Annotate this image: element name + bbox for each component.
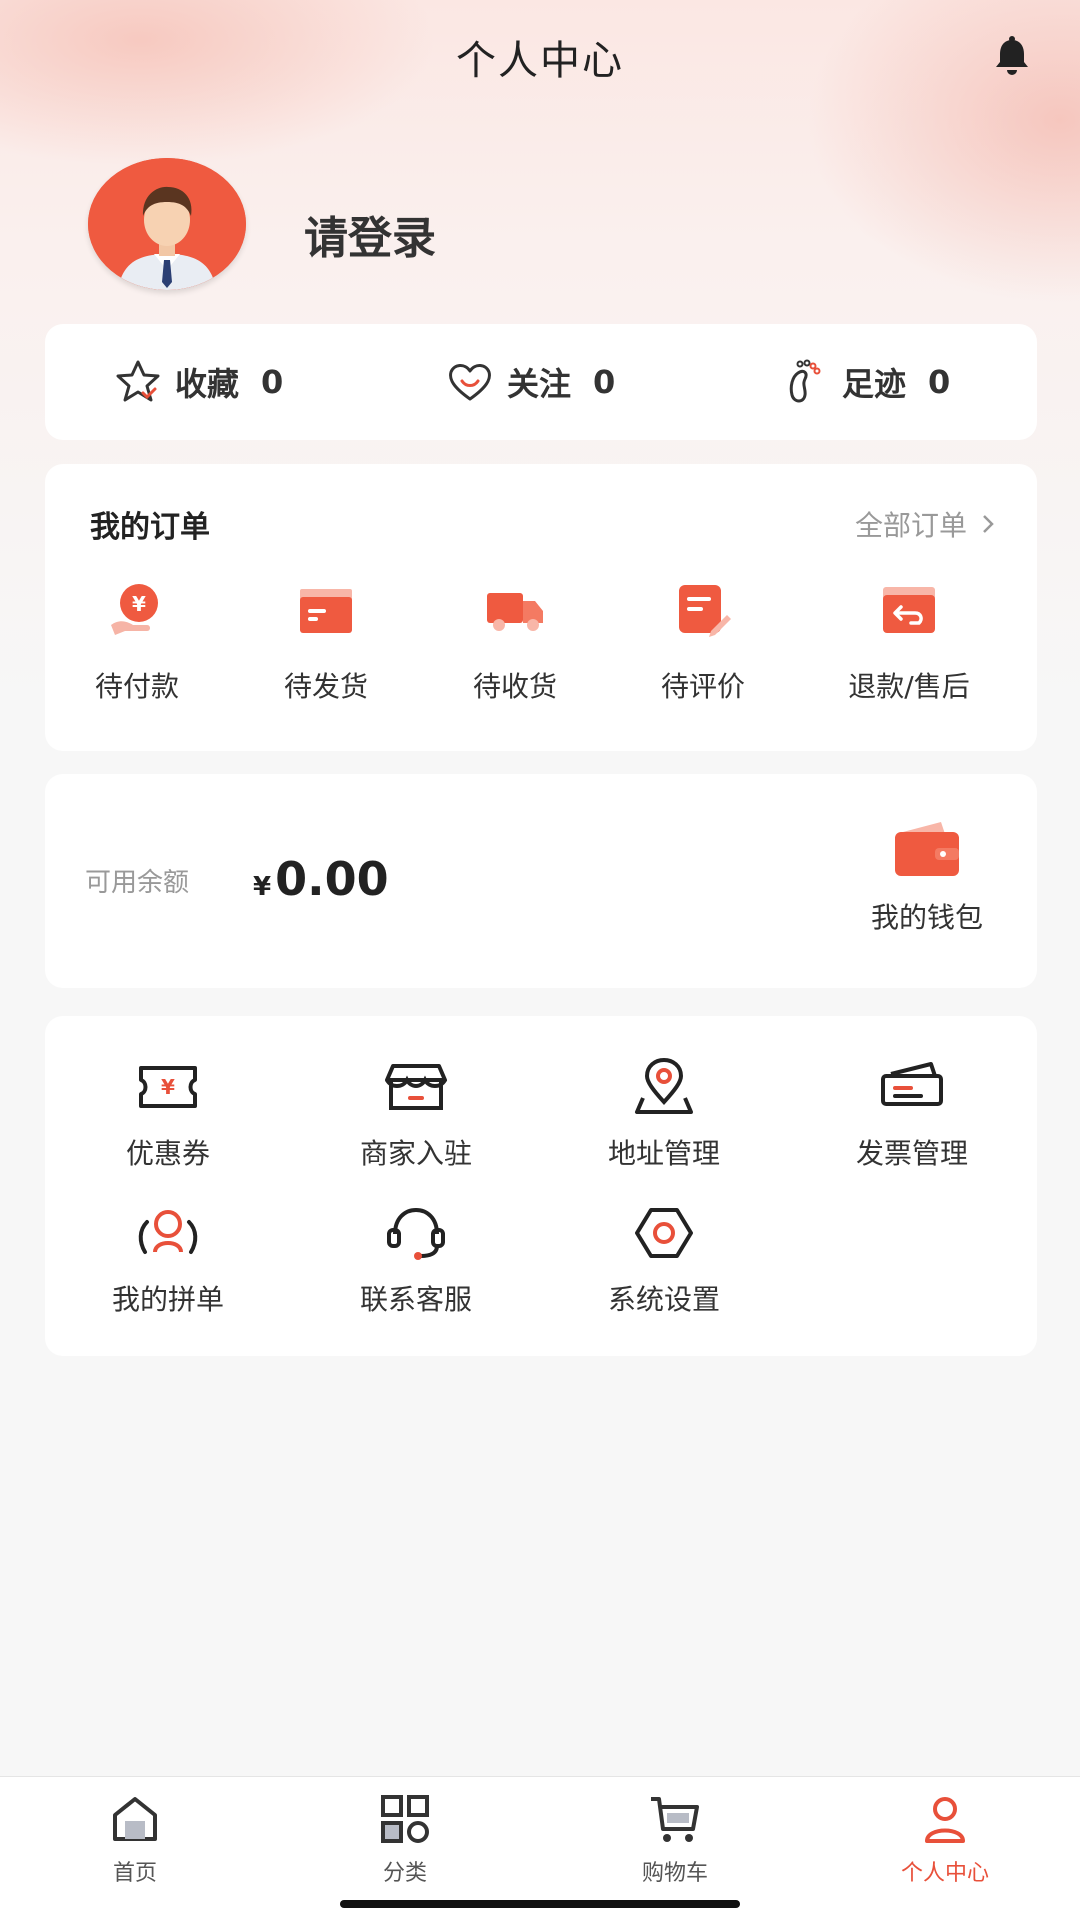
pending-payment-icon: ¥ [111,584,158,635]
tab-label: 首页 [112,1861,157,1886]
page-title: 个人中心 [456,38,624,84]
user-avatar-icon[interactable] [88,158,246,290]
top-header: 个人中心 [0,0,1080,110]
stat-label: 关注 [507,365,572,403]
home-icon [113,1797,157,1841]
profile-icon [925,1797,965,1843]
login-prompt[interactable]: 请登录 [304,202,436,266]
heart-icon [449,364,491,401]
service-label: 优惠券 [125,1137,210,1170]
balance-value: ¥ 0.00 [253,852,389,906]
stats-card: 收藏 0 关注 0 足迹 0 [45,324,1037,440]
stat-count: 0 [261,363,284,401]
service-merchant[interactable]: 商家入驻 [316,1056,516,1172]
orders-card: 我的订单 全部订单 ¥ 待付款 待发货 待收货 待评价 退款/售后 [45,464,1037,751]
service-label: 联系客服 [359,1283,472,1316]
stat-footprints[interactable]: 足迹 0 [780,324,950,440]
refund-icon [883,587,935,633]
order-label: 待收货 [472,670,557,703]
delivery-truck-icon [487,593,543,631]
orders-title: 我的订单 [90,510,210,545]
order-label: 待评价 [660,670,745,703]
order-pending-review[interactable]: 待评价 [618,579,788,705]
review-icon [679,585,731,637]
store-icon [385,1064,447,1110]
pending-shipment-icon [300,589,352,633]
tab-profile[interactable]: 个人中心 [870,1791,1020,1887]
chevron-right-icon [983,515,994,533]
order-pending-shipment[interactable]: 待发货 [241,579,411,705]
stat-count: 0 [593,363,616,401]
service-label: 商家入驻 [359,1137,472,1170]
order-pending-payment[interactable]: ¥ 待付款 [52,579,222,705]
location-pin-icon [635,1057,693,1114]
stat-count: 0 [928,363,951,401]
order-label: 待付款 [94,670,179,703]
service-settings[interactable]: 系统设置 [564,1202,764,1318]
home-indicator [340,1900,740,1908]
headset-icon [387,1207,445,1260]
bottom-tab-bar: 首页 分类 购物车 个人中心 [0,1776,1080,1920]
tab-label: 个人中心 [900,1861,989,1886]
coupon-icon: ¥ [139,1066,197,1108]
wallet-card: 可用余额 ¥ 0.00 我的钱包 [45,774,1037,988]
service-address[interactable]: 地址管理 [564,1056,764,1172]
tab-category[interactable]: 分类 [330,1791,480,1887]
svg-text:¥: ¥ [132,592,146,616]
balance-amount: 0.00 [275,852,389,906]
tab-label: 购物车 [641,1861,708,1886]
currency-symbol: ¥ [253,872,272,902]
services-card: ¥ 优惠券 商家入驻 地址管理 发票管理 我的拼单 联系客服 系统设置 [45,1016,1037,1356]
order-label: 待发货 [283,670,368,703]
tab-cart[interactable]: 购物车 [600,1791,750,1887]
svg-text:¥: ¥ [161,1075,175,1099]
service-group-buy[interactable]: 我的拼单 [68,1202,268,1318]
wallet-icon [895,822,959,876]
all-orders-label: 全部订单 [854,509,967,542]
order-refund[interactable]: 退款/售后 [824,579,994,705]
footprint-icon [789,359,821,403]
stat-following[interactable]: 关注 0 [445,324,615,440]
cart-icon [651,1797,699,1842]
tab-label: 分类 [382,1861,427,1886]
my-wallet-label: 我的钱包 [870,901,983,934]
service-invoice[interactable]: 发票管理 [812,1056,1012,1172]
order-label: 退款/售后 [848,670,970,703]
service-label: 发票管理 [855,1137,968,1170]
invoice-icon [881,1062,943,1106]
all-orders-link[interactable]: 全部订单 [855,504,995,544]
profile-section[interactable]: 请登录 [88,158,688,290]
my-wallet-button[interactable]: 我的钱包 [857,818,997,936]
bell-icon[interactable] [990,34,1034,78]
service-label: 我的拼单 [111,1283,224,1316]
service-customer-support[interactable]: 联系客服 [316,1202,516,1318]
service-label: 系统设置 [607,1283,720,1316]
category-grid-icon [381,1795,429,1843]
balance-label: 可用余额 [85,868,190,898]
settings-hexagon-icon [635,1208,693,1258]
service-coupon[interactable]: ¥ 优惠券 [68,1056,268,1172]
stat-favorites[interactable]: 收藏 0 [113,324,283,440]
service-label: 地址管理 [607,1137,720,1170]
tab-home[interactable]: 首页 [60,1791,210,1887]
order-pending-receipt[interactable]: 待收货 [430,579,600,705]
stat-label: 收藏 [175,365,240,403]
stat-label: 足迹 [842,365,907,403]
group-buy-icon [138,1210,198,1254]
star-icon [116,360,160,402]
